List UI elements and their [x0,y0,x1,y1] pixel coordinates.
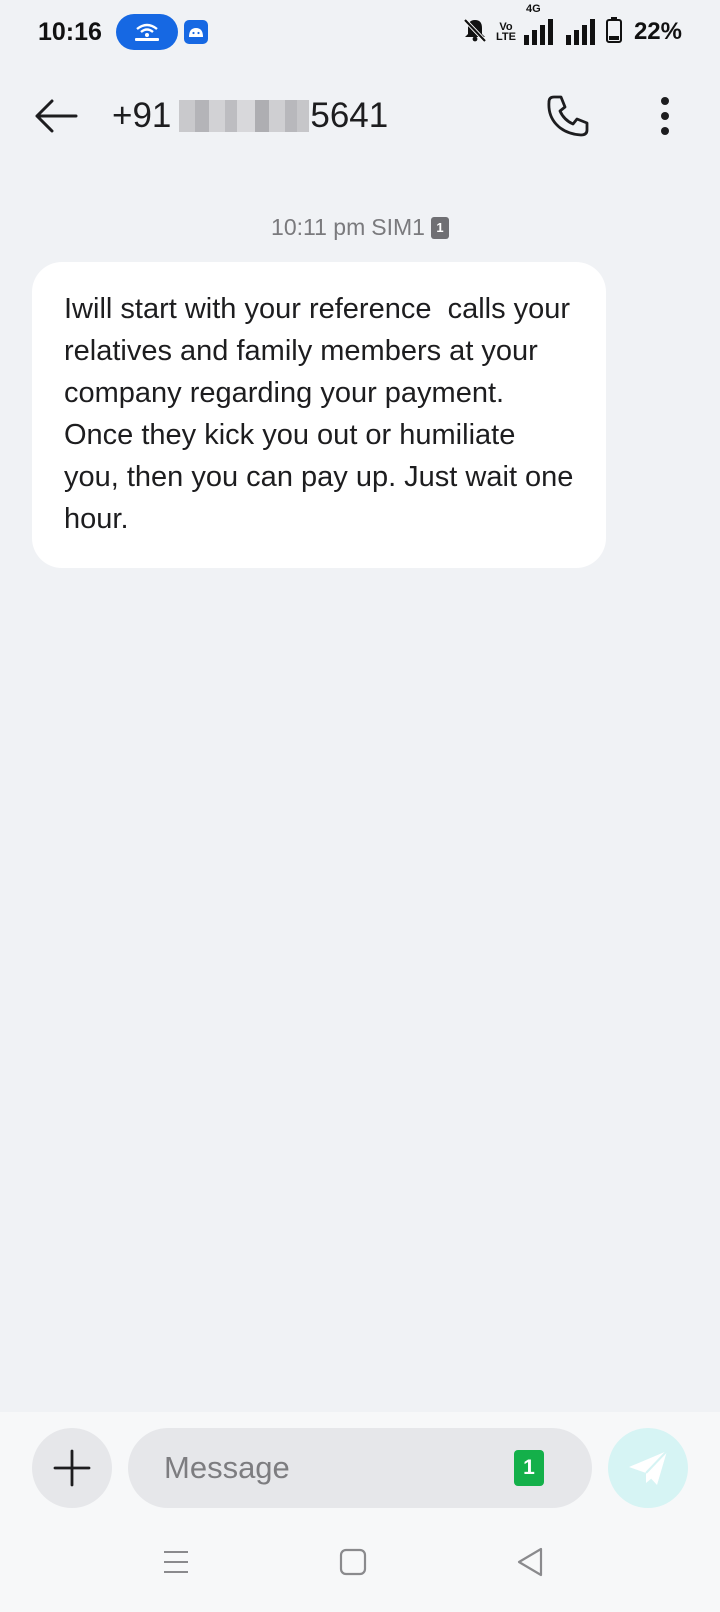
volte-indicator: Vo LTE [495,22,516,43]
message-input[interactable] [164,1450,494,1486]
nav-back-button[interactable] [500,1532,560,1592]
mute-icon [462,17,488,48]
sim-badge: 1 [430,216,449,239]
plus-icon [53,1449,91,1487]
contact-prefix: +91 [112,96,172,135]
status-bar: 10:16 Vo LTE 4G 22% [0,0,720,64]
send-button[interactable] [608,1428,688,1508]
volte-bottom: LTE [495,31,516,43]
back-triangle-icon [517,1547,543,1577]
recents-button[interactable] [146,1532,206,1592]
back-arrow-icon [35,99,78,133]
contact-number[interactable]: +91 5641 [112,96,388,136]
message-composer: 1 [0,1412,720,1512]
status-indicators: Vo LTE 4G 22% [462,3,682,48]
signal-icon: 4G [523,3,598,45]
status-time: 10:16 [38,17,102,46]
message-timestamp: 10:11 pm SIM1 1 [0,214,720,241]
timestamp-time: 10:11 pm [271,214,366,240]
redacted-digits [179,100,310,132]
conversation-header: +91 5641 [0,76,720,156]
more-options-button[interactable] [640,88,690,144]
system-nav-bar [0,1512,720,1612]
add-attachment-button[interactable] [32,1428,112,1508]
battery-icon [605,16,622,48]
contact-suffix: 5641 [310,96,389,135]
message-text: Iwill start with your reference calls yo… [64,293,582,535]
call-button[interactable] [540,88,596,144]
network-type: 4G [525,3,541,15]
sim-select-button[interactable]: 1 [514,1450,544,1486]
hotspot-icon [115,14,178,50]
more-vertical-icon [661,97,669,135]
send-icon [629,1450,668,1485]
back-button[interactable] [30,90,82,142]
timestamp-sim: SIM1 [371,214,425,240]
message-input-container: 1 [128,1428,592,1508]
battery-percent: 22% [633,18,682,45]
message-bubble-incoming[interactable]: Iwill start with your reference calls yo… [32,262,606,568]
home-icon [339,1548,367,1576]
android-icon [183,20,208,44]
phone-icon [547,95,589,137]
menu-icon [164,1551,188,1573]
messaging-screen: 10:16 Vo LTE 4G 22% +91 5641 10:11 pm SI… [0,0,720,1612]
home-button[interactable] [323,1532,383,1592]
